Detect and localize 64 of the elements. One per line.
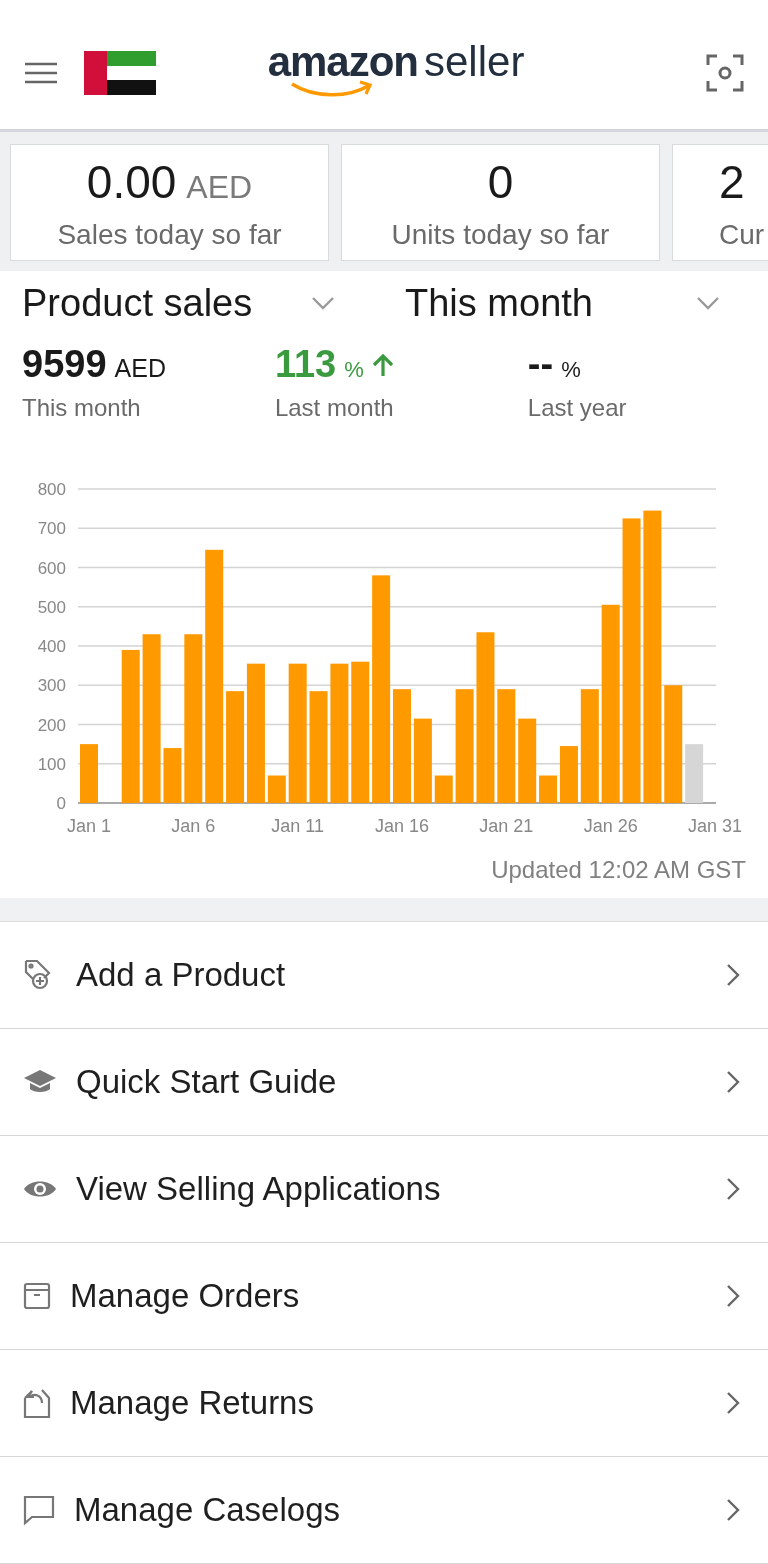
y-axis-label: 800 bbox=[37, 480, 66, 499]
stat-value: 0.00 bbox=[86, 155, 177, 209]
flag-icon[interactable] bbox=[84, 50, 156, 95]
updated-time: Updated 12:02 AM GST bbox=[491, 855, 747, 885]
metric-label: This month bbox=[22, 394, 142, 422]
scan-icon[interactable] bbox=[706, 53, 744, 92]
x-axis-label: Jan 11 bbox=[271, 816, 325, 836]
bar bbox=[434, 775, 453, 803]
stat-card[interactable]: 2 Cur bbox=[672, 144, 768, 261]
menu-item[interactable]: Add a Product bbox=[0, 922, 768, 1029]
metric-unit: % bbox=[344, 357, 364, 383]
chevron-right-icon bbox=[726, 1284, 740, 1308]
stat-label: Sales today so far bbox=[57, 219, 282, 251]
metric-value: 9599 bbox=[22, 343, 107, 386]
y-axis-label: 200 bbox=[37, 715, 66, 735]
menu-item[interactable]: Manage Returns bbox=[0, 1350, 768, 1457]
chevron-down-icon bbox=[696, 296, 720, 310]
chevron-right-icon bbox=[726, 1070, 740, 1094]
menu-item[interactable]: Manage Orders bbox=[0, 1243, 768, 1350]
y-axis-label: 700 bbox=[37, 519, 66, 539]
menu-item[interactable]: Quick Start Guide bbox=[0, 1029, 768, 1136]
arrow-up-icon bbox=[371, 353, 394, 377]
stat-label: Cur bbox=[719, 219, 765, 251]
y-axis-label: 100 bbox=[37, 754, 66, 774]
metric-value: -- bbox=[527, 343, 554, 386]
chevron-right-icon bbox=[726, 1391, 740, 1415]
stat-card[interactable]: 0.00 AED Sales today so far bbox=[10, 144, 329, 261]
chevron-down-icon bbox=[311, 296, 335, 310]
y-axis-label: 0 bbox=[56, 794, 66, 813]
x-axis-label: Jan 21 bbox=[479, 816, 534, 836]
chevron-right-icon bbox=[726, 963, 740, 987]
logo-text: amazon bbox=[267, 37, 418, 86]
metric-unit: AED bbox=[114, 354, 166, 383]
logo-text: seller bbox=[424, 37, 525, 86]
x-axis-label: Jan 1 bbox=[67, 816, 111, 836]
stat-value: 2 bbox=[719, 155, 745, 209]
menu-item[interactable]: View Selling Applications bbox=[0, 1136, 768, 1243]
x-axis-label: Jan 31 bbox=[688, 816, 742, 836]
dropdown[interactable]: Product sales bbox=[22, 281, 405, 325]
x-axis-label: Jan 16 bbox=[375, 816, 429, 836]
menu-icon[interactable] bbox=[24, 60, 58, 85]
x-axis-label: Jan 6 bbox=[171, 816, 216, 836]
y-axis-label: 500 bbox=[37, 597, 66, 617]
bar bbox=[267, 775, 286, 803]
x-axis-label: Jan 26 bbox=[583, 816, 638, 836]
metric-unit: % bbox=[561, 357, 581, 383]
chevron-right-icon bbox=[726, 1177, 740, 1201]
chat-bubble-icon bbox=[22, 1494, 56, 1526]
box-icon bbox=[22, 1281, 52, 1311]
metric-value: 113 bbox=[274, 343, 337, 386]
y-axis-label: 300 bbox=[37, 676, 66, 696]
metric-label: Last month bbox=[274, 394, 395, 422]
dropdown[interactable]: This month bbox=[405, 281, 720, 325]
bar bbox=[163, 748, 182, 803]
stat-label: Units today so far bbox=[391, 219, 610, 251]
stat-card[interactable]: 0 Units today so far bbox=[341, 144, 660, 261]
bar bbox=[80, 744, 98, 803]
stat-unit: AED bbox=[186, 169, 253, 206]
metric-label: Last year bbox=[527, 394, 628, 422]
menu-item[interactable]: Manage Caselogs bbox=[0, 1457, 768, 1564]
chevron-right-icon bbox=[726, 1498, 740, 1522]
y-axis-label: 600 bbox=[37, 558, 66, 578]
y-axis-label: 400 bbox=[37, 637, 66, 656]
stat-value: 0 bbox=[487, 155, 514, 209]
